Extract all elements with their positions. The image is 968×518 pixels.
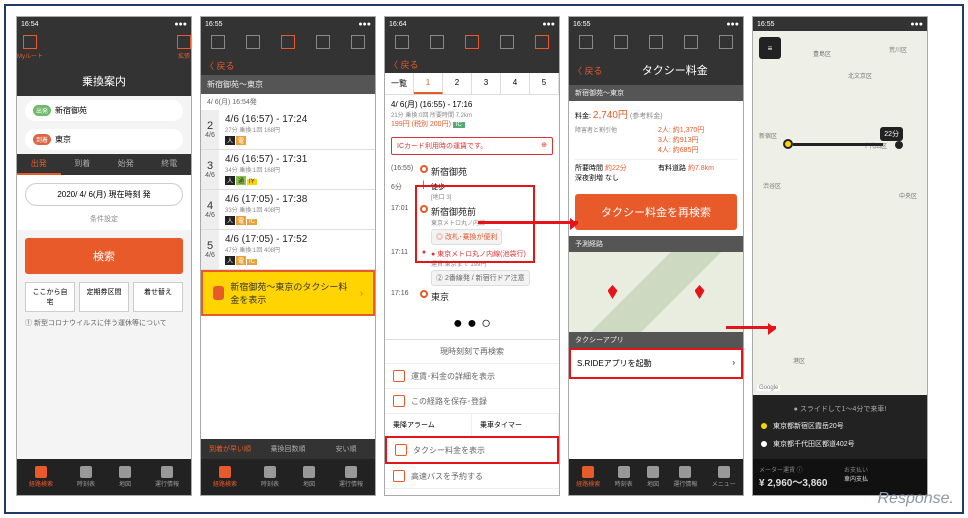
- sort-fastest[interactable]: 到着が早い順: [201, 439, 259, 459]
- dropoff-row[interactable]: 東京都千代田区都道402号: [759, 435, 921, 453]
- taxi-fare-banner[interactable]: 新宿御苑〜東京のタクシー料金を表示 ›: [201, 270, 375, 316]
- to-input[interactable]: 到着東京: [25, 129, 183, 150]
- pass-button[interactable]: 定期券区間: [79, 282, 129, 312]
- sheet-fare-detail[interactable]: 運賃･料金の詳細を表示: [385, 364, 559, 389]
- dest-marker: [895, 141, 903, 149]
- search-button[interactable]: 検索: [25, 238, 183, 274]
- bottom-nav: 経路検索 時刻表 地図 運行情報: [17, 459, 191, 495]
- time-tabs: 出発 到着 始発 終電: [17, 154, 191, 175]
- recalc-button[interactable]: タクシー料金を再検索: [575, 194, 737, 230]
- result-row-2[interactable]: 24/6 4/6 (16:57) - 17:2427分 乗換:1回 168円人電: [201, 110, 375, 150]
- back-button[interactable]: 〈 戻る: [201, 59, 239, 72]
- tab-first[interactable]: 始発: [104, 154, 148, 175]
- result-row-4[interactable]: 44/6 4/6 (17:05) - 17:3833分 乗換:1回 408円人電…: [201, 190, 375, 230]
- origin-marker: [783, 139, 793, 149]
- screen-taxi-fare: 16:55●●● 〈 戻るタクシー料金 新宿御苑〜東京 料金: 2,740円 (…: [568, 16, 744, 496]
- myroute-icon[interactable]: [23, 35, 37, 49]
- sort-cheapest[interactable]: 安い順: [317, 439, 375, 459]
- ride-map[interactable]: ≡ 豊島区 荒川区 北文京区 新宿区 千代田区 渋谷区 中央区 港区 Googl…: [753, 31, 927, 395]
- back-button[interactable]: 〈 戻る: [385, 58, 423, 71]
- route-tabs: 一覧 1 2 3 4 5: [385, 73, 559, 95]
- tab-depart[interactable]: 出発: [17, 154, 61, 175]
- nav-map[interactable]: 地図: [119, 466, 131, 488]
- sride-launch[interactable]: S.RIDEアプリを起動›: [569, 348, 743, 379]
- camera-icon[interactable]: [281, 35, 295, 49]
- tab-arrive[interactable]: 到着: [61, 154, 105, 175]
- result-row-3[interactable]: 34/6 4/6 (16:57) - 17:3134分 乗換:1回 168円人通…: [201, 150, 375, 190]
- sort-transfers[interactable]: 乗換回数順: [259, 439, 317, 459]
- nav-timetable[interactable]: 時刻表: [77, 466, 95, 488]
- page-title: 乗換案内: [17, 73, 191, 89]
- origin-pin: [608, 285, 618, 299]
- status-bar: 16:54●●●: [17, 17, 191, 31]
- screen-sride: 16:55●●● ≡ 豊島区 荒川区 北文京区 新宿区 千代田区 渋谷区 中央区…: [752, 16, 928, 496]
- fare-block[interactable]: メーター運賃 ⓘ ¥ 2,960〜3,860: [759, 465, 836, 489]
- eta-badge: 22分: [880, 127, 903, 141]
- app-flow-frame: 16:54●●● Myルート 拡張 乗換案内 出発新宿御苑 到着東京 出発 到着…: [4, 4, 964, 514]
- result-row-5[interactable]: 54/6 4/6 (17:05) - 17:5247分 乗換:1回 408円人電…: [201, 230, 375, 270]
- sheet-save[interactable]: この経路を保存･登録: [385, 389, 559, 414]
- header: 乗換案内: [17, 66, 191, 96]
- action-sheet: 現時刻刻で再検索 運賃･料金の詳細を表示 この経路を保存･登録 乗降アラーム 乗…: [385, 339, 559, 489]
- ic-warning[interactable]: ICカード利用時の運賃です。⊕: [391, 137, 553, 155]
- pickup-row[interactable]: 東京都新宿区霞岳20号: [759, 417, 921, 435]
- watermark: Response.: [878, 490, 955, 508]
- taxi-icon: [213, 286, 224, 300]
- slide-hint[interactable]: ● スライドして1〜4分で来車!: [759, 401, 921, 417]
- icon1[interactable]: [211, 35, 225, 49]
- nav-route[interactable]: 経路検索: [29, 466, 53, 488]
- ride-sheet: ● スライドして1〜4分で来車! 東京都新宿区霞岳20号 東京都千代田区都道40…: [753, 395, 927, 459]
- sort-tabs: 到着が早い順 乗換回数順 安い順: [201, 439, 375, 459]
- dest-pin: [695, 285, 705, 299]
- from-input[interactable]: 出発新宿御苑: [25, 100, 183, 121]
- highlight-box: [415, 185, 535, 263]
- screen-detail: 16:64●●● 〈 戻る 一覧 1 2 3 4 5 4/ 6(月) (16:5…: [384, 16, 560, 496]
- date-select[interactable]: 2020/ 4/ 6(月) 現在時刻 発: [25, 183, 183, 206]
- screen-search: 16:54●●● Myルート 拡張 乗換案内 出発新宿御苑 到着東京 出発 到着…: [16, 16, 192, 496]
- page-title: タクシー料金: [607, 62, 743, 78]
- sheet-research[interactable]: 現時刻刻で再検索: [385, 340, 559, 364]
- page-dots: ● ● ○: [385, 309, 559, 339]
- tab-last[interactable]: 終電: [148, 154, 192, 175]
- icon3[interactable]: [316, 35, 330, 49]
- top-icon-row: Myルート 拡張: [17, 31, 191, 66]
- sheet-taxi[interactable]: タクシー料金を表示: [385, 436, 559, 464]
- theme-button[interactable]: 着せ替え: [133, 282, 183, 312]
- pay-block[interactable]: お支払い 車内支払: [844, 465, 921, 489]
- screen-results: 16:55●●● 〈 戻る 新宿御苑〜東京 4/ 6(月) 16:54発 24/…: [200, 16, 376, 496]
- route-map[interactable]: [569, 252, 743, 332]
- route-crumb: 新宿御苑〜東京: [569, 85, 743, 101]
- menu-button[interactable]: ≡: [759, 37, 781, 59]
- sheet-timer[interactable]: 乗車タイマー: [472, 414, 559, 436]
- back-button[interactable]: 〈 戻る: [569, 64, 607, 77]
- icon4[interactable]: [351, 35, 365, 49]
- home-button[interactable]: ここから自宅: [25, 282, 75, 312]
- ext-icon[interactable]: [177, 35, 191, 49]
- conditions-link[interactable]: 条件設定: [17, 214, 191, 224]
- breadcrumb: 新宿御苑〜東京: [201, 75, 375, 94]
- flow-arrow-2: [726, 326, 776, 329]
- sheet-alarm[interactable]: 乗降アラーム: [385, 414, 472, 436]
- nav-status[interactable]: 運行情報: [155, 466, 179, 488]
- flow-arrow-1: [478, 221, 578, 224]
- covid-notice[interactable]: ① 新型コロナウイルスに伴う運休等について: [25, 318, 183, 328]
- camera-icon[interactable]: [465, 35, 479, 49]
- icon2[interactable]: [246, 35, 260, 49]
- sheet-bus[interactable]: 高速バスを予約する: [385, 464, 559, 489]
